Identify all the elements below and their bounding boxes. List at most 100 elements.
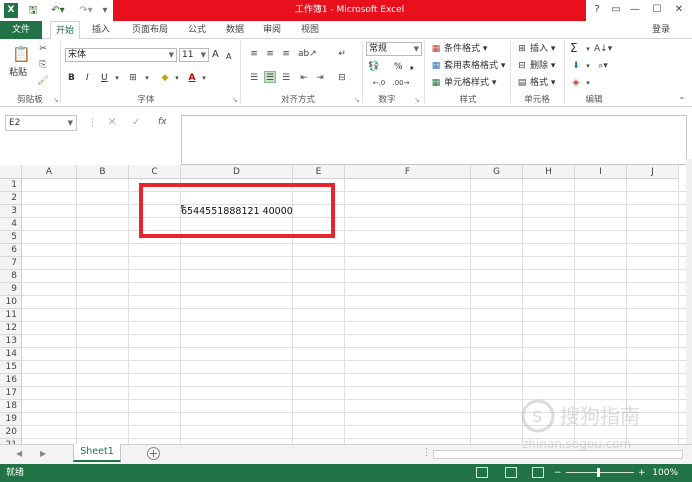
chevron-down-icon[interactable]: ▾ xyxy=(198,72,210,84)
row-header-8[interactable]: 8 xyxy=(0,270,22,283)
row-header-17[interactable]: 17 xyxy=(0,387,22,400)
merge-center-icon[interactable]: ⊟ xyxy=(336,72,348,84)
cell-styles-icon[interactable]: ▦ xyxy=(430,77,442,89)
font-launcher-icon[interactable]: ↘ xyxy=(232,96,238,104)
customize-qat-icon[interactable]: ▾ xyxy=(100,3,110,18)
alignment-launcher-icon[interactable]: ↘ xyxy=(354,96,360,104)
autosum-button[interactable]: Σ xyxy=(570,42,578,54)
zoom-out-button[interactable]: − xyxy=(554,464,562,482)
row-header-13[interactable]: 13 xyxy=(0,335,22,348)
grow-font-button[interactable]: A xyxy=(212,49,219,61)
zoom-level[interactable]: 100% xyxy=(652,464,678,482)
minimize-button[interactable]: — xyxy=(626,2,644,18)
align-right-icon[interactable]: ☰ xyxy=(280,72,292,84)
zoom-slider-handle[interactable] xyxy=(597,468,600,477)
sheet-tab-sheet1[interactable]: Sheet1 xyxy=(73,444,121,462)
clipboard-launcher-icon[interactable]: ↘ xyxy=(53,96,59,104)
normal-view-icon[interactable] xyxy=(476,467,488,478)
ribbon-display-button[interactable]: ▭ xyxy=(607,2,625,18)
formula-input[interactable] xyxy=(181,115,687,165)
find-select-icon[interactable]: ⌕▾ xyxy=(594,60,612,72)
redo-icon[interactable]: ↷▾ xyxy=(76,3,96,18)
tab-review[interactable]: 审阅 xyxy=(257,21,287,39)
align-left-icon[interactable]: ☰ xyxy=(248,72,260,84)
format-painter-icon[interactable]: 🖌 xyxy=(37,75,49,87)
copy-icon[interactable]: ⎘ xyxy=(37,59,49,71)
chevron-down-icon[interactable]: ▾ xyxy=(111,72,123,84)
align-bottom-icon[interactable]: ≡ xyxy=(280,48,292,60)
wrap-text-icon[interactable]: ↵ xyxy=(336,48,348,60)
col-header-i[interactable]: I xyxy=(575,165,627,179)
comma-button[interactable]: ❟ xyxy=(410,60,414,72)
row-header-6[interactable]: 6 xyxy=(0,244,22,257)
chevron-down-icon[interactable]: ▾ xyxy=(582,60,594,72)
shrink-font-button[interactable]: A xyxy=(226,51,231,63)
italic-button[interactable]: I xyxy=(86,72,89,84)
fill-color-icon[interactable]: ◆ xyxy=(159,72,171,84)
zoom-in-button[interactable]: + xyxy=(638,464,646,482)
decrease-decimal-icon[interactable]: .00→ xyxy=(392,77,410,89)
insert-cells-button[interactable]: 插入 ▾ xyxy=(530,43,555,55)
conditional-format-button[interactable]: 条件格式 ▾ xyxy=(444,43,487,55)
tab-split-handle-icon[interactable]: ⋮ xyxy=(422,448,431,458)
prev-sheet-icon[interactable]: ◀ xyxy=(16,449,22,458)
number-format-select[interactable]: 常规 ▼ xyxy=(366,42,422,56)
conditional-format-icon[interactable]: ▦ xyxy=(430,43,442,55)
maximize-button[interactable]: ☐ xyxy=(648,2,666,18)
borders-icon[interactable]: ⊞ xyxy=(127,72,139,84)
col-header-f[interactable]: F xyxy=(345,165,471,179)
format-as-table-icon[interactable]: ▦ xyxy=(430,60,442,72)
row-header-15[interactable]: 15 xyxy=(0,361,22,374)
enter-icon[interactable]: ✓ xyxy=(132,117,140,128)
row-header-4[interactable]: 4 xyxy=(0,218,22,231)
col-header-d[interactable]: D xyxy=(181,165,293,179)
clear-icon[interactable]: ◈ xyxy=(570,77,582,89)
row-header-20[interactable]: 20 xyxy=(0,426,22,439)
sort-filter-icon[interactable]: A↓▾ xyxy=(594,43,612,55)
currency-icon[interactable]: 💱 xyxy=(368,61,380,73)
cut-icon[interactable]: ✂ xyxy=(37,43,49,55)
name-box[interactable]: E2 ▼ xyxy=(5,115,77,131)
help-button[interactable]: ? xyxy=(588,2,606,18)
chevron-down-icon[interactable]: ▾ xyxy=(141,72,153,84)
paste-button[interactable]: 粘贴 xyxy=(9,67,27,79)
row-header-7[interactable]: 7 xyxy=(0,257,22,270)
orientation-icon[interactable]: ab↗ xyxy=(298,48,317,60)
col-header-a[interactable]: A xyxy=(22,165,77,179)
align-middle-icon[interactable]: ≡ xyxy=(264,48,276,60)
row-header-5[interactable]: 5 xyxy=(0,231,22,244)
tab-data[interactable]: 数据 xyxy=(220,21,250,39)
fill-icon[interactable]: ⬇ xyxy=(570,60,582,72)
format-as-table-button[interactable]: 套用表格格式 ▾ xyxy=(444,60,505,72)
vertical-scrollbar[interactable] xyxy=(686,159,692,444)
login-link[interactable]: 登录 xyxy=(652,21,670,39)
chevron-down-icon[interactable]: ▾ xyxy=(582,77,594,89)
row-header-14[interactable]: 14 xyxy=(0,348,22,361)
col-header-h[interactable]: H xyxy=(523,165,575,179)
align-center-icon[interactable]: ☰ xyxy=(264,71,276,83)
percent-button[interactable]: % xyxy=(394,61,403,73)
insert-cells-icon[interactable]: ⊞ xyxy=(516,43,528,55)
chevron-down-icon[interactable]: ▾ xyxy=(171,72,183,84)
col-header-g[interactable]: G xyxy=(471,165,523,179)
page-layout-view-icon[interactable] xyxy=(505,467,517,478)
format-cells-button[interactable]: 格式 ▾ xyxy=(530,77,555,89)
tab-insert[interactable]: 插入 xyxy=(86,21,116,39)
bold-button[interactable]: B xyxy=(68,72,75,84)
tab-formulas[interactable]: 公式 xyxy=(182,21,212,39)
chevron-down-icon[interactable]: ▾ xyxy=(582,43,594,55)
align-top-icon[interactable]: ≡ xyxy=(248,48,260,60)
tab-file[interactable]: 文件 xyxy=(0,21,42,39)
row-header-9[interactable]: 9 xyxy=(0,283,22,296)
font-name-select[interactable]: 宋体 ▼ xyxy=(65,48,177,62)
delete-cells-icon[interactable]: ⊟ xyxy=(516,60,528,72)
zoom-slider[interactable] xyxy=(566,472,634,473)
row-header-18[interactable]: 18 xyxy=(0,400,22,413)
number-launcher-icon[interactable]: ↘ xyxy=(414,96,420,104)
row-header-1[interactable]: 1 xyxy=(0,179,22,192)
page-break-view-icon[interactable] xyxy=(532,467,544,478)
increase-decimal-icon[interactable]: ←.0 xyxy=(370,77,388,89)
cancel-icon[interactable]: ✕ xyxy=(108,117,116,128)
col-header-c[interactable]: C xyxy=(129,165,181,179)
delete-cells-button[interactable]: 删除 ▾ xyxy=(530,60,555,72)
